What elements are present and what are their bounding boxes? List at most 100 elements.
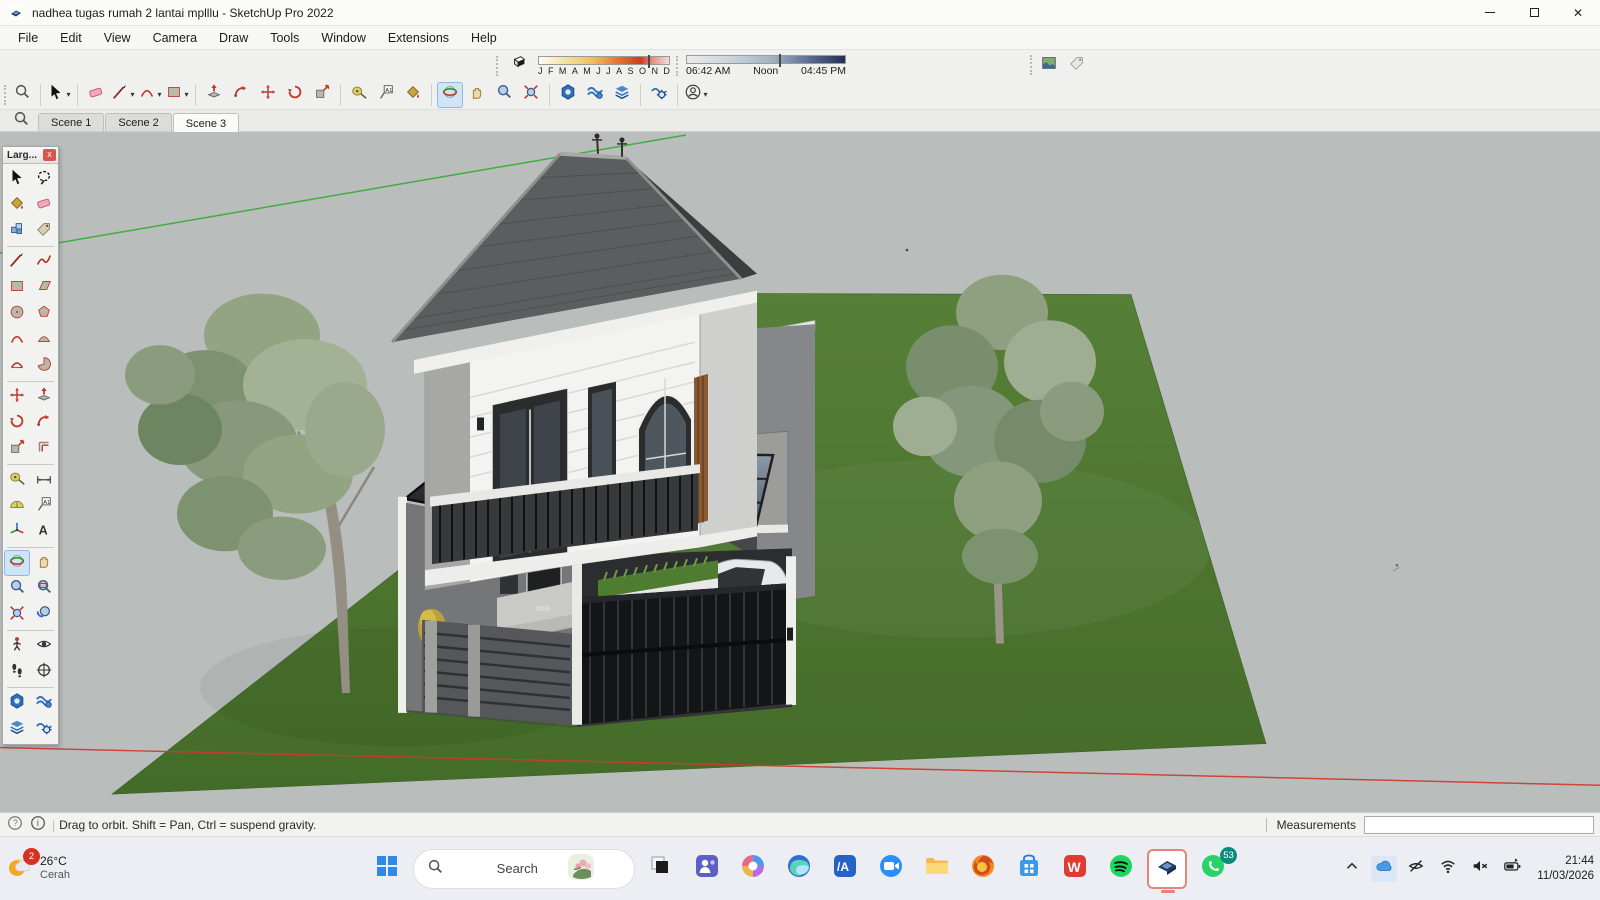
wps-office-taskbar-button[interactable]: W [1055, 849, 1095, 889]
offset-tool[interactable] [31, 436, 57, 462]
viewport-canvas[interactable] [0, 132, 1600, 812]
extension-gear-button[interactable] [646, 82, 672, 108]
freehand-tool[interactable] [31, 249, 57, 275]
slash-a-app-taskbar-button[interactable]: /A [825, 849, 865, 889]
lasso-tool[interactable] [31, 166, 57, 192]
firefox-taskbar-button[interactable] [963, 849, 1003, 889]
toolbar-grip[interactable] [4, 85, 8, 105]
file-explorer-taskbar-button[interactable] [917, 849, 957, 889]
menu-item-tools[interactable]: Tools [260, 28, 309, 48]
axes-tool[interactable] [4, 519, 30, 545]
menu-item-file[interactable]: File [8, 28, 48, 48]
line-button[interactable]: ▾ [110, 82, 136, 108]
zoom-tool[interactable] [4, 576, 30, 602]
previous-tool[interactable] [31, 602, 57, 628]
menu-item-view[interactable]: View [94, 28, 141, 48]
taskbar-clock[interactable]: 21:44 11/03/2026 [1531, 854, 1594, 883]
toolbar-grip[interactable] [496, 56, 500, 76]
chevron-down-icon[interactable]: ▾ [703, 90, 707, 99]
select-button[interactable]: ▾ [46, 82, 72, 108]
menu-item-window[interactable]: Window [311, 28, 375, 48]
question-circle-icon[interactable]: ? [6, 816, 23, 833]
extension-wave-tool[interactable] [31, 690, 57, 716]
chevron-up-tray-button[interactable] [1339, 856, 1365, 882]
menu-item-help[interactable]: Help [461, 28, 507, 48]
wifi-tray-button[interactable] [1435, 856, 1461, 882]
scale-tool[interactable] [4, 436, 30, 462]
scene-tab-3[interactable]: Scene 3 [173, 113, 239, 132]
shadow-date-slider[interactable]: JFMAMJJASOND [538, 56, 670, 76]
extension-hex-button[interactable] [555, 82, 581, 108]
menu-item-camera[interactable]: Camera [143, 28, 207, 48]
zoom-extents-tool[interactable] [4, 602, 30, 628]
follow-me-button[interactable] [228, 82, 254, 108]
materials-button[interactable] [1036, 52, 1062, 78]
toolbar-grip[interactable] [676, 56, 680, 76]
component-tool[interactable] [4, 218, 30, 244]
zoom-app-taskbar-button[interactable] [871, 849, 911, 889]
maximize-button[interactable] [1512, 0, 1556, 25]
push-pull-tool[interactable] [31, 384, 57, 410]
eraser-tool[interactable] [31, 192, 57, 218]
tape-measure-button[interactable] [346, 82, 372, 108]
move-tool[interactable] [4, 384, 30, 410]
text-tool[interactable]: A1 [31, 493, 57, 519]
section-plane-tool[interactable] [31, 659, 57, 685]
threed-text-tool[interactable]: A [31, 519, 57, 545]
scene-tab-1[interactable]: Scene 1 [38, 113, 104, 131]
volume-mute-tray-button[interactable] [1467, 856, 1493, 882]
paint-bucket-button[interactable] [400, 82, 426, 108]
polygon-tool[interactable] [31, 301, 57, 327]
extension-gear-tool[interactable] [31, 716, 57, 742]
battery-tray-button[interactable] [1499, 856, 1525, 882]
palette-close-button[interactable]: x [43, 149, 56, 161]
push-pull-button[interactable] [201, 82, 227, 108]
scene-search-button[interactable] [4, 111, 38, 131]
rotate-tool[interactable] [4, 410, 30, 436]
account-button[interactable]: ▾ [683, 82, 709, 108]
spotify-taskbar-button[interactable] [1101, 849, 1141, 889]
dimension-tool[interactable] [31, 467, 57, 493]
walk-tool[interactable] [4, 659, 30, 685]
squares-app-taskbar-button[interactable] [641, 849, 681, 889]
menu-item-draw[interactable]: Draw [209, 28, 258, 48]
shadow-toggle-button[interactable] [506, 53, 532, 79]
chevron-down-icon[interactable]: ▾ [157, 90, 161, 99]
start-button[interactable] [367, 849, 407, 889]
pie-tool[interactable] [31, 327, 57, 353]
extension-hex-tool[interactable] [4, 690, 30, 716]
scale-button[interactable] [309, 82, 335, 108]
close-button[interactable]: ✕ [1556, 0, 1600, 25]
paint-bucket-tool[interactable] [4, 192, 30, 218]
palette-title-bar[interactable]: Larg... x [3, 147, 58, 164]
time-slider-handle[interactable] [779, 54, 781, 67]
scene-tab-2[interactable]: Scene 2 [105, 113, 171, 131]
protractor-tool[interactable] [4, 493, 30, 519]
zoom-extents-button[interactable] [518, 82, 544, 108]
pan-tool[interactable] [31, 550, 57, 576]
taskbar-search[interactable]: Search [413, 849, 635, 889]
date-slider-handle[interactable] [648, 55, 650, 68]
follow-me-tool[interactable] [31, 410, 57, 436]
date-slider-track[interactable] [538, 56, 670, 65]
eraser-button[interactable] [83, 82, 109, 108]
rotated-rectangle-tool[interactable] [31, 275, 57, 301]
tag-tool[interactable] [31, 218, 57, 244]
time-slider-track[interactable] [686, 55, 846, 64]
toolbar-grip[interactable] [1030, 55, 1034, 75]
rectangle-tool[interactable] [4, 275, 30, 301]
rotate-button[interactable] [282, 82, 308, 108]
pan-button[interactable] [464, 82, 490, 108]
extension-layers-tool[interactable] [4, 716, 30, 742]
eye-slash-tray-button[interactable] [1403, 856, 1429, 882]
text-button[interactable]: A1 [373, 82, 399, 108]
arc-button[interactable]: ▾ [137, 82, 163, 108]
whatsapp-taskbar-button[interactable]: 53 [1193, 849, 1233, 889]
search-button[interactable] [9, 82, 35, 108]
orbit-button[interactable] [437, 82, 463, 108]
three-point-arc-tool[interactable] [4, 353, 30, 379]
shadow-time-slider[interactable]: 06:42 AM Noon 04:45 PM [686, 55, 846, 77]
zoom-button[interactable] [491, 82, 517, 108]
weather-widget[interactable]: 2 26°C Cerah [6, 852, 70, 885]
look-around-tool[interactable] [31, 633, 57, 659]
